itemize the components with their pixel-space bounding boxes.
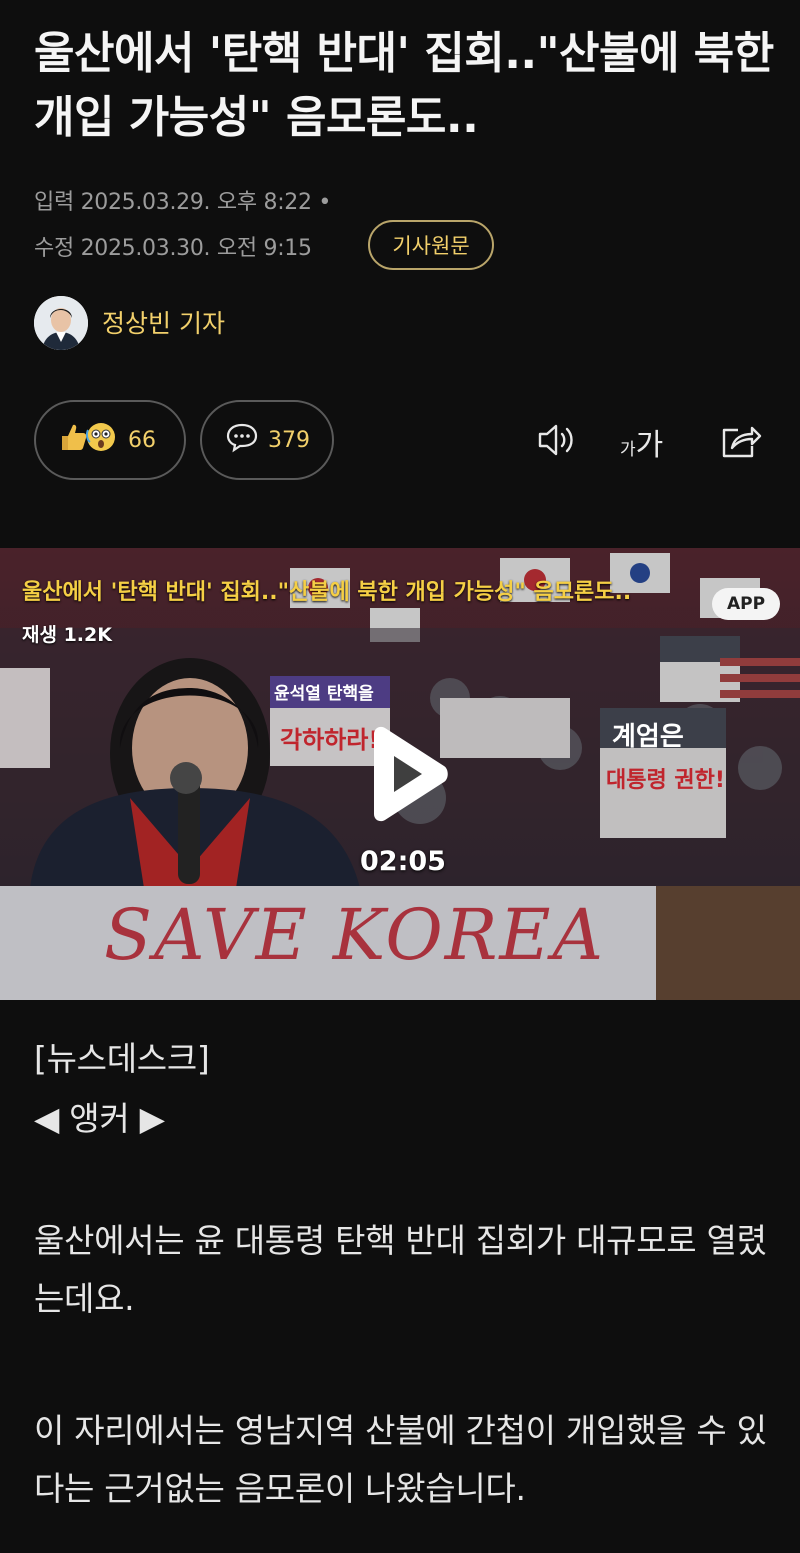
video-view-count: 재생 1.2K: [22, 624, 112, 646]
program-tag-text: [뉴스데스크]: [34, 1039, 210, 1078]
play-icon[interactable]: [360, 724, 452, 828]
reporter-avatar[interactable]: [34, 296, 88, 350]
font-size-large-label: 가: [635, 428, 664, 463]
font-size-icon[interactable]: 가가: [620, 420, 663, 464]
sign-text-2: 대통령 권한!: [606, 768, 725, 793]
paragraph-2: 이 자리에서는 영남지역 산불에 간첩이 개입했을 수 있다는 근거없는 음모론…: [34, 1402, 774, 1518]
app-badge[interactable]: APP: [712, 588, 780, 620]
input-date: 입력 2025.03.29. 오후 8:22 •: [34, 190, 332, 215]
original-article-button[interactable]: 기사원문: [368, 220, 494, 270]
share-icon[interactable]: [718, 418, 764, 466]
comment-button[interactable]: 379: [200, 400, 334, 480]
reaction-button[interactable]: 66: [34, 400, 186, 480]
font-size-small-label: 가: [620, 440, 636, 460]
article-headline: 울산에서 '탄핵 반대' 집회.."산불에 북한 개입 가능성" 음모론도..: [34, 28, 774, 143]
banner-text: SAVE KOREA: [104, 894, 606, 976]
anchor-tag-text: ◀ 앵커 ▶: [34, 1099, 165, 1138]
reporter-name[interactable]: 정상빈 기자: [102, 304, 225, 340]
video-title: 울산에서 '탄핵 반대' 집회.."산불에 북한 개입 가능성" 음모론도..: [22, 580, 632, 605]
comment-count: 379: [268, 427, 310, 453]
reaction-count: 66: [128, 427, 156, 453]
speaker-icon[interactable]: [534, 418, 578, 466]
sign-text-3: 윤석열 탄핵을: [274, 684, 374, 704]
anchor-tag: ◀ 앵커 ▶: [34, 1090, 774, 1148]
shocked-face-icon: [84, 420, 118, 460]
sign-text-1: 계엄은: [612, 722, 684, 752]
paragraph-1-text: 울산에서는 윤 대통령 탄핵 반대 집회가 대규모로 열렸는데요.: [34, 1221, 767, 1318]
video-duration: 02:05: [360, 846, 446, 877]
program-tag: [뉴스데스크]: [34, 1030, 774, 1088]
comment-icon: [224, 419, 260, 461]
modified-date: 수정 2025.03.30. 오전 9:15: [34, 236, 312, 261]
video-player[interactable]: 계엄은 대통령 권한! 윤석열 탄핵을 각하하라! SAVE KOREA 울산에…: [0, 548, 800, 1000]
paragraph-2-text: 이 자리에서는 영남지역 산불에 간첩이 개입했을 수 있다는 근거없는 음모론…: [34, 1411, 767, 1508]
paragraph-1: 울산에서는 윤 대통령 탄핵 반대 집회가 대규모로 열렸는데요.: [34, 1212, 774, 1328]
